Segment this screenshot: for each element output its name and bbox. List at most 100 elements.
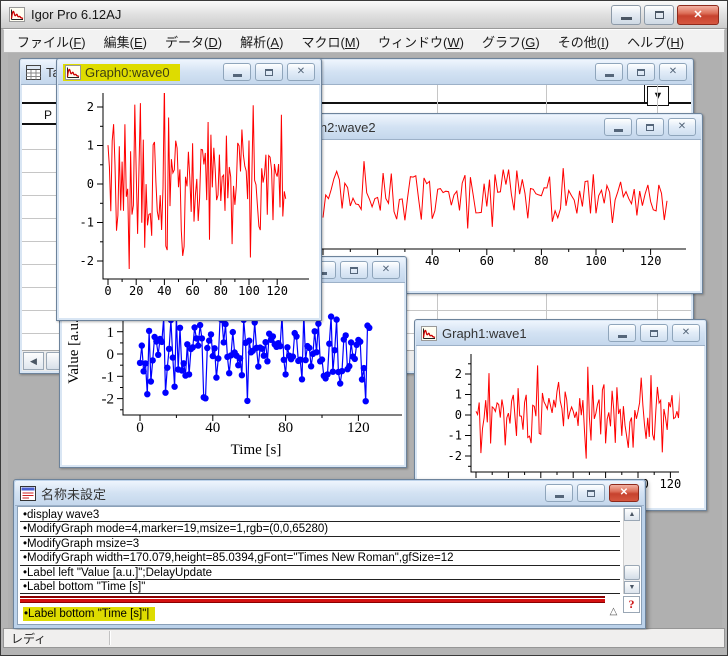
command-window-title: 名称未設定 [41,484,106,503]
command-maximize-button[interactable] [577,484,605,502]
svg-text:0: 0 [107,347,115,363]
svg-text:80: 80 [214,284,228,298]
table-close-button[interactable]: ✕ [659,63,687,81]
graph0-minimize-button[interactable] [223,63,251,81]
svg-text:-1: -1 [80,216,94,230]
menu-item[interactable]: データ(D) [156,30,231,53]
svg-text:40: 40 [425,254,439,268]
menu-item[interactable]: 編集(E) [95,30,156,53]
graph3-maximize-button[interactable] [340,261,368,279]
help-button[interactable]: ? [623,596,640,613]
svg-text:20: 20 [129,284,143,298]
svg-text:-1: -1 [102,369,115,385]
svg-text:-2: -2 [448,449,462,463]
svg-text:0: 0 [455,408,462,422]
main-titlebar: Igor Pro 6.12AJ ✕ [1,1,727,29]
history-line: •ModifyGraph mode=4,marker=19,msize=1,rg… [20,522,620,536]
svg-text:100: 100 [238,284,260,298]
history-line: •display wave3 [20,508,620,522]
menu-item[interactable]: マクロ(M) [292,30,369,53]
command-close-button[interactable]: ✕ [609,484,639,502]
graph-icon [421,326,437,341]
graph0-window: Graph0:wave0 ✕ 0 20 40 60 80 100 120 2 1 0 -1 -2 [56,58,322,321]
history-line: •Label left "Value [a.u.]";DelayUpdate [20,566,620,580]
svg-text:120: 120 [640,254,662,268]
svg-text:-2: -2 [102,392,115,408]
graph2-minimize-button[interactable] [604,118,632,136]
svg-text:80: 80 [278,420,293,436]
scroll-thumb[interactable] [624,565,640,580]
svg-text:40: 40 [205,420,220,436]
menu-item[interactable]: ファイル(F) [8,30,95,53]
main-maximize-button[interactable] [644,5,674,25]
svg-text:40: 40 [157,284,171,298]
svg-text:0: 0 [104,284,111,298]
svg-text:Time [s]: Time [s] [231,442,282,458]
table-minimize-button[interactable] [595,63,623,81]
command-minimize-button[interactable] [545,484,573,502]
menu-item[interactable]: 解析(A) [231,30,292,53]
main-close-button[interactable]: ✕ [677,5,719,25]
svg-text:2: 2 [87,100,94,114]
command-window: 名称未設定 ✕ •display wave3•ModifyGraph mode=… [13,479,646,629]
scroll-down-button[interactable]: ▼ [624,581,640,594]
menu-item[interactable]: その他(I) [549,30,618,53]
status-text: レディ [11,630,46,647]
command-line-input[interactable]: •Label bottom "Time [s]"| [20,604,605,624]
svg-text:120: 120 [347,420,370,436]
command-line-text: •Label bottom "Time [s]"| [23,607,155,621]
graph2-titlebar[interactable]: Graph2:wave2 ✕ [265,115,701,140]
table-maximize-button[interactable] [627,63,655,81]
graph1-title: Graph1:wave1 [442,326,527,341]
status-separator [109,631,111,645]
status-bar: レディ [3,628,725,648]
graph0-maximize-button[interactable] [255,63,283,81]
command-separator[interactable] [20,596,605,603]
history-line: •Label bottom "Time [s]" [20,580,620,594]
main-minimize-button[interactable] [611,5,641,25]
svg-text:60: 60 [185,284,199,298]
history-line: •ModifyGraph width=170.079,height=85.039… [20,551,620,565]
svg-text:0: 0 [136,420,144,436]
menu-item[interactable]: グラフ(G) [473,30,549,53]
graph0-close-button[interactable]: ✕ [287,63,315,81]
mdi-client-area: Table0 ✕ ▼ P ◀ [8,53,722,630]
svg-text:0: 0 [87,177,94,191]
svg-text:Value [a.u.]: Value [a.u.] [66,314,82,384]
graph2-maximize-button[interactable] [636,118,664,136]
svg-text:120: 120 [660,477,682,491]
igor-pro-window: Igor Pro 6.12AJ ✕ ファイル(F)編集(E)データ(D)解析(A… [0,0,728,656]
graph3-close-button[interactable]: ✕ [372,261,400,279]
menu-item[interactable]: ヘルプ(H) [618,30,693,53]
menu-bar: ファイル(F)編集(E)データ(D)解析(A)マクロ(M)ウィンドウ(W)グラフ… [3,29,725,53]
history-line: •ModifyGraph msize=3 [20,537,620,551]
graph1-minimize-button[interactable] [608,324,636,342]
svg-text:120: 120 [266,284,288,298]
svg-text:-2: -2 [80,254,94,268]
point-column-header: P [22,108,52,122]
history-area: •display wave3•ModifyGraph mode=4,marker… [20,508,620,594]
svg-text:1: 1 [87,139,94,153]
command-titlebar[interactable]: 名称未設定 ✕ [15,481,644,506]
svg-text:100: 100 [585,254,607,268]
command-expand-triangle[interactable]: △ [606,605,621,618]
graph1-titlebar[interactable]: Graph1:wave1 ✕ [416,321,705,346]
graph0-title: Graph0:wave0 [85,65,170,80]
svg-text:60: 60 [480,254,494,268]
scroll-up-button[interactable]: ▲ [624,508,640,521]
svg-text:2: 2 [455,367,462,381]
graph2-close-button[interactable]: ✕ [668,118,696,136]
app-title: Igor Pro 6.12AJ [31,7,121,22]
graph0-plot: 0 20 40 60 80 100 120 2 1 0 -1 -2 [59,85,319,318]
history-scrollbar[interactable]: ▲ ▼ [623,508,640,594]
svg-text:80: 80 [534,254,548,268]
graph0-titlebar[interactable]: Graph0:wave0 ✕ [58,60,320,85]
graph1-maximize-button[interactable] [640,324,668,342]
scroll-left-button[interactable]: ◀ [23,352,44,370]
menu-item[interactable]: ウィンドウ(W) [369,30,473,53]
graph1-close-button[interactable]: ✕ [672,324,700,342]
graph-icon [65,65,81,80]
graph0-title-highlight: Graph0:wave0 [63,64,180,81]
svg-text:1: 1 [107,325,115,341]
column-dropdown-button[interactable]: ▼ [647,86,669,106]
